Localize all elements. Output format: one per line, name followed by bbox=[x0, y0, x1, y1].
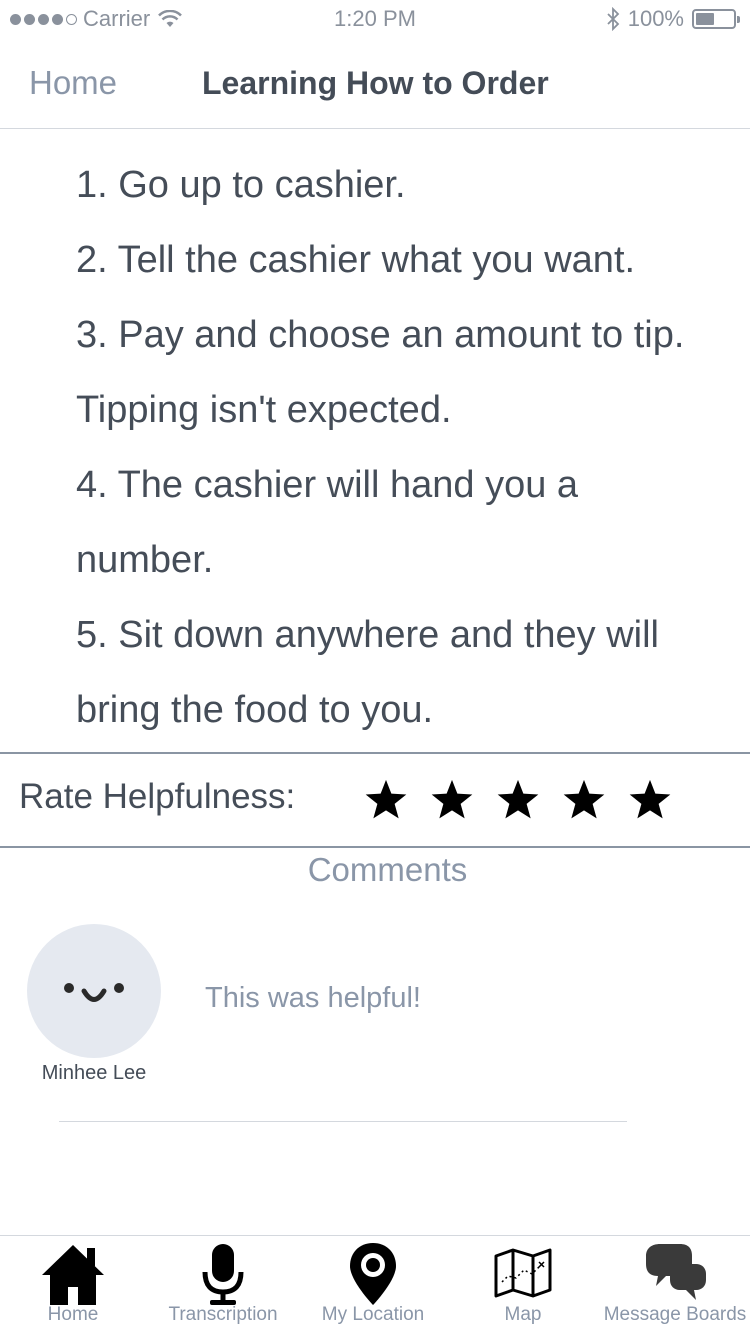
smiley-face-icon bbox=[64, 983, 124, 1002]
tab-label: Home bbox=[47, 1304, 99, 1325]
tab-label: Map bbox=[504, 1304, 542, 1325]
map-icon bbox=[494, 1248, 552, 1298]
tab-message-boards[interactable]: Message Boards bbox=[600, 1236, 750, 1334]
comment-divider bbox=[59, 1121, 627, 1122]
divider bbox=[0, 752, 750, 754]
step-item: 4. The cashier will hand you a number. bbox=[76, 464, 579, 581]
tab-my-location[interactable]: My Location bbox=[300, 1236, 446, 1334]
avatar[interactable] bbox=[27, 924, 161, 1058]
rating-section: Rate Helpfulness: bbox=[0, 755, 750, 847]
step-item: 5. Sit down anywhere and they will bring… bbox=[76, 614, 659, 731]
comment-item: Minhee Lee This was helpful! bbox=[0, 924, 750, 1094]
star-icon-1[interactable] bbox=[363, 777, 409, 823]
microphone-icon bbox=[202, 1244, 244, 1305]
navigation-bar: Home Learning How to Order bbox=[0, 40, 750, 129]
step-item: 1. Go up to cashier. bbox=[76, 164, 406, 206]
step-item: 2. Tell the cashier what you want. bbox=[76, 239, 636, 281]
tab-label: Transcription bbox=[168, 1304, 278, 1325]
tab-transcription[interactable]: Transcription bbox=[146, 1236, 300, 1334]
star-icon-4[interactable] bbox=[561, 777, 607, 823]
tab-home[interactable]: Home bbox=[0, 1236, 146, 1334]
battery-percent: 100% bbox=[627, 6, 684, 31]
star-icon-2[interactable] bbox=[429, 777, 475, 823]
back-button[interactable]: Home bbox=[29, 64, 117, 102]
chat-bubbles-icon bbox=[646, 1244, 706, 1300]
home-icon bbox=[42, 1245, 104, 1305]
tab-map[interactable]: Map bbox=[446, 1236, 600, 1334]
comment-text: This was helpful! bbox=[205, 982, 421, 1014]
comments-heading: Comments bbox=[307, 851, 468, 888]
star-rating[interactable] bbox=[363, 777, 673, 823]
star-icon-5[interactable] bbox=[627, 777, 673, 823]
tab-label: Message Boards bbox=[603, 1304, 747, 1325]
divider bbox=[0, 846, 750, 848]
bluetooth-icon bbox=[607, 7, 619, 31]
instruction-steps: 1. Go up to cashier. 2. Tell the cashier… bbox=[76, 148, 716, 748]
rating-label: Rate Helpfulness: bbox=[19, 777, 296, 816]
battery-icon bbox=[692, 9, 740, 29]
tab-bar: Home Transcription My Location Map Messa… bbox=[0, 1235, 750, 1334]
page-title: Learning How to Order bbox=[202, 65, 549, 101]
location-pin-icon bbox=[350, 1243, 396, 1305]
step-item: 3. Pay and choose an amount to tip. Tipp… bbox=[76, 314, 685, 431]
status-bar: Carrier 1:20 PM 100% bbox=[0, 0, 750, 40]
star-icon-3[interactable] bbox=[495, 777, 541, 823]
status-right: 100% bbox=[606, 6, 740, 32]
tab-label: My Location bbox=[321, 1304, 425, 1325]
comment-author: Minhee Lee bbox=[41, 1062, 147, 1084]
